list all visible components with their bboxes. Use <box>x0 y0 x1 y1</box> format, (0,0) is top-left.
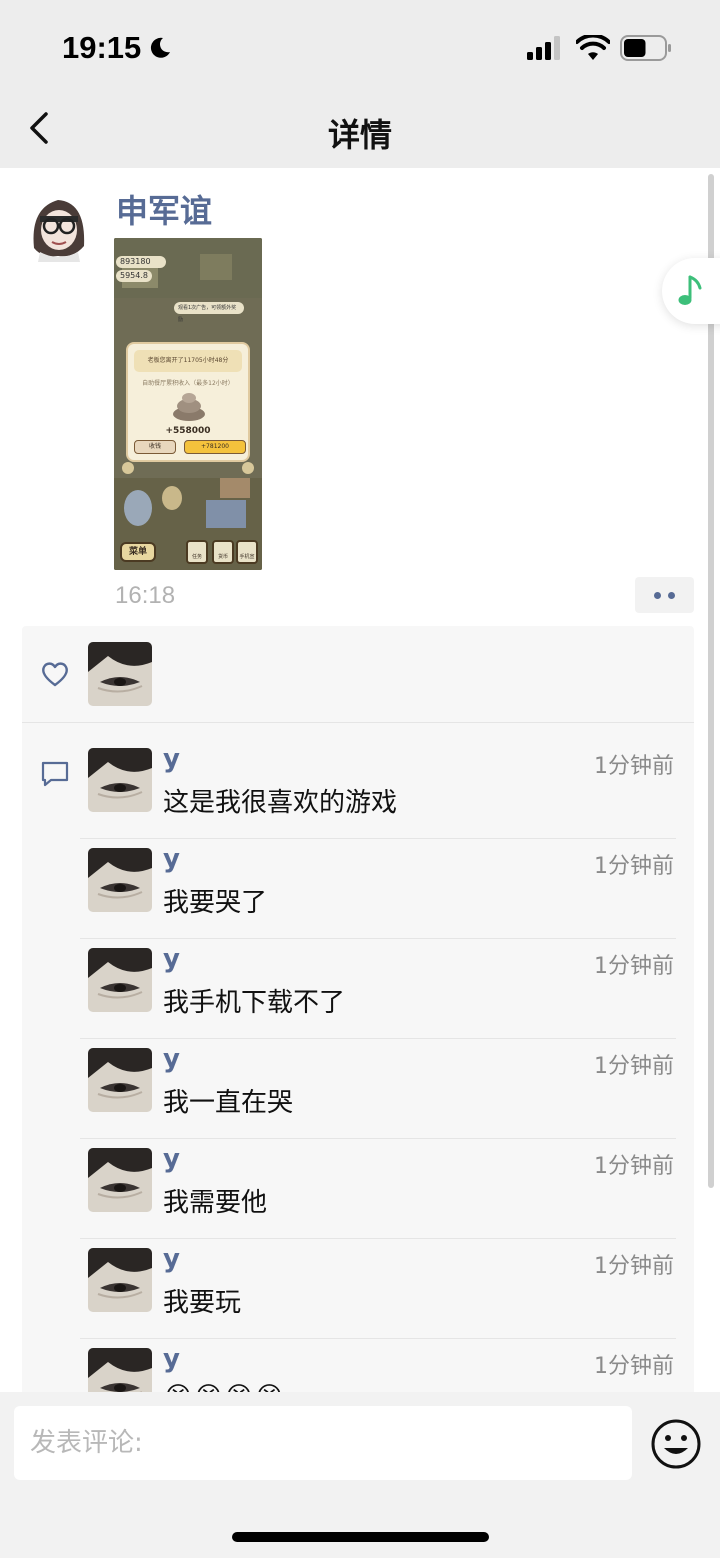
comment-text: 这是我很喜欢的游戏 <box>163 788 398 818</box>
more-dot-icon <box>654 592 661 599</box>
commenter-avatar[interactable] <box>88 1248 152 1312</box>
commenter-avatar[interactable] <box>88 1148 152 1212</box>
game-ad-tip: 观看1次广告，可领额外奖励 <box>174 302 244 323</box>
commenter-avatar[interactable] <box>88 1048 152 1112</box>
comment-text: 我要哭了 <box>163 888 268 918</box>
comment-time: 1分钟前 <box>594 1354 674 1379</box>
status-time: 19:15 <box>62 30 142 65</box>
home-indicator[interactable] <box>232 1532 489 1542</box>
game-double-button: +781200 <box>184 440 246 454</box>
comment-item[interactable]: y 1分钟前这是我很喜欢的游戏 <box>22 738 694 838</box>
page-title: 详情 <box>327 116 392 154</box>
commenter-name[interactable]: y <box>163 1344 180 1374</box>
comment-divider <box>80 938 676 939</box>
comment-divider <box>80 1338 676 1339</box>
comment-divider <box>80 1238 676 1239</box>
nav-bar: 详情 <box>0 92 720 168</box>
comment-time: 1分钟前 <box>594 954 674 979</box>
moon-icon <box>150 37 170 58</box>
comment-time: 1分钟前 <box>594 854 674 879</box>
commenter-avatar[interactable] <box>88 848 152 912</box>
commenter-avatar[interactable] <box>88 748 152 812</box>
emoji-smile-icon[interactable] <box>650 1418 702 1470</box>
comment-item[interactable]: y 1分钟前我要玩 <box>22 1238 694 1338</box>
comment-divider <box>80 1138 676 1139</box>
game-dialog: 老板您离开了11705小时48分 自助餐厅累积收入（最多12小时） +55800… <box>126 342 250 462</box>
commenter-name[interactable]: y <box>163 1244 180 1274</box>
game-dialog-amount: +558000 <box>165 426 211 436</box>
comment-text: 我需要他 <box>163 1188 268 1218</box>
coin-pile-icon <box>173 393 205 421</box>
comment-divider <box>80 1038 676 1039</box>
battery-icon <box>620 35 671 61</box>
comment-item[interactable]: y 1分钟前我要哭了 <box>22 838 694 938</box>
commenter-name[interactable]: y <box>163 844 180 874</box>
comment-text: 我手机下载不了 <box>163 988 346 1018</box>
commenter-name[interactable]: y <box>163 1144 180 1174</box>
floating-music-button[interactable] <box>662 258 720 324</box>
music-note-icon <box>678 275 702 305</box>
post-detail[interactable]: 申军谊 893180 5954.8 观看1次广告，可领额外奖励 老板您离开了11… <box>0 168 720 1392</box>
game-menu-button: 菜单 <box>120 542 156 562</box>
commenter-name[interactable]: y <box>163 744 180 774</box>
game-dialog-title: 老板您离开了11705小时48分 <box>134 350 242 372</box>
cellular-signal-icon <box>527 36 560 60</box>
poster-avatar[interactable] <box>22 188 96 262</box>
commenter-name[interactable]: y <box>163 1044 180 1074</box>
status-bar: 19:15 <box>0 0 720 92</box>
comment-item[interactable]: y 1分钟前我需要他 <box>22 1138 694 1238</box>
game-coins: 893180 <box>116 256 166 268</box>
comment-text: 我要玩 <box>163 1288 242 1318</box>
comment-time: 1分钟前 <box>594 1054 674 1079</box>
more-dot-icon <box>668 592 675 599</box>
comment-item[interactable]: y 1分钟前 😭😭😭😭 <box>22 1338 694 1392</box>
heart-icon <box>42 662 68 687</box>
more-options-button[interactable] <box>635 577 694 613</box>
game-rate: 5954.8 <box>116 270 152 282</box>
comment-item[interactable]: y 1分钟前我一直在哭 <box>22 1038 694 1138</box>
commenter-name[interactable]: y <box>163 944 180 974</box>
comment-time: 1分钟前 <box>594 754 674 779</box>
liker-avatar[interactable] <box>88 642 152 706</box>
wifi-icon <box>576 35 610 60</box>
comment-time: 1分钟前 <box>594 1154 674 1179</box>
commenter-avatar[interactable] <box>88 948 152 1012</box>
comment-time: 1分钟前 <box>594 1254 674 1279</box>
interaction-panel: y 1分钟前 这是我很喜欢的游戏 y 1分钟前 我要哭了 y 1分钟前 我手机下载不了 y 1分钟前… <box>22 626 694 1392</box>
post-timestamp: 16:18 <box>115 582 176 609</box>
comment-item[interactable]: y 1分钟前我手机下载不了 <box>22 938 694 1038</box>
comment-text: 😭😭😭😭 <box>163 1382 285 1392</box>
likes-row <box>22 626 694 723</box>
game-shop: 货币x13 <box>212 540 234 564</box>
game-phone: 手机宣传 <box>236 540 258 564</box>
comment-text: 我一直在哭 <box>163 1088 294 1118</box>
poster-name[interactable]: 申军谊 <box>116 186 212 232</box>
comment-input[interactable] <box>14 1406 632 1480</box>
commenter-avatar[interactable] <box>88 1348 152 1392</box>
post-image[interactable]: 893180 5954.8 观看1次广告，可领额外奖励 老板您离开了11705小… <box>114 238 262 570</box>
comment-divider <box>80 838 676 839</box>
scrollbar[interactable] <box>708 174 714 1188</box>
game-tasks: 任务 <box>186 540 208 564</box>
game-collect-button: 收钱 <box>134 440 176 454</box>
game-dialog-subtitle: 自助餐厅累积收入（最多12小时） <box>142 380 234 387</box>
